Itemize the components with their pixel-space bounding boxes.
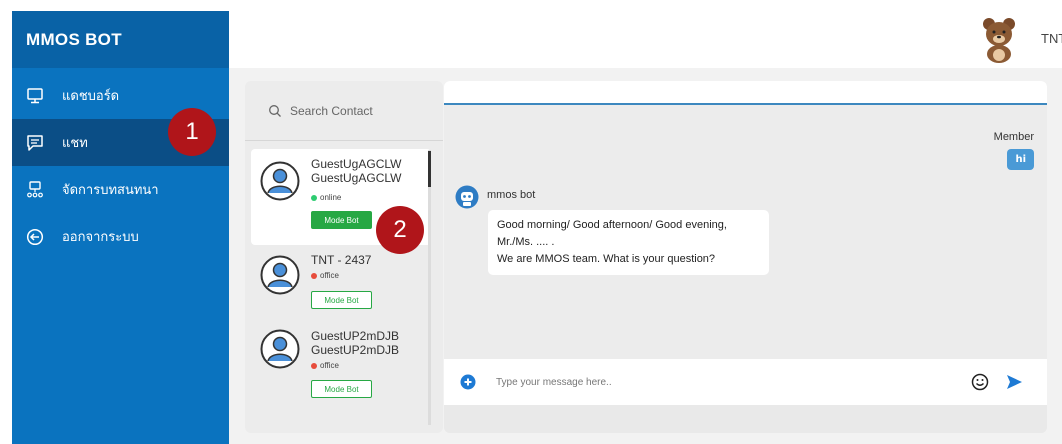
member-message: hi: [1007, 149, 1034, 170]
chat-header: [444, 81, 1047, 105]
sidebar-item-label: จัดการบทสนทนา: [62, 183, 159, 198]
bot-avatar-icon: [455, 185, 479, 209]
contacts-scrollbar-thumb[interactable]: [428, 151, 431, 187]
sidebar-menu: แดชบอร์ด แชท จัดการบทสนทนา ออกจากระบบ: [12, 72, 229, 260]
contacts-scrollbar[interactable]: [428, 150, 431, 425]
search-placeholder: Search Contact: [290, 103, 373, 118]
mode-bot-button[interactable]: Mode Bot: [311, 291, 372, 309]
bot-message-line: We are MMOS team. What is your question?: [497, 253, 716, 265]
org-chart-icon: [24, 179, 46, 201]
monitor-icon: [24, 85, 46, 107]
chat-icon: [24, 132, 46, 154]
user-name[interactable]: TNT -: [1041, 31, 1062, 46]
contact-status: online: [311, 193, 341, 202]
contact-avatar-icon: [260, 255, 300, 295]
app-root: MMOS BOT แดชบอร์ด แชท จัดการบทสนทนา ออกจ…: [0, 0, 1062, 444]
contact-avatar-icon: [260, 161, 300, 201]
bot-message-line: Mr./Ms. .... .: [497, 236, 555, 248]
status-text: online: [320, 193, 342, 202]
contact-item[interactable]: TNT - 2437 office Mode Bot: [251, 245, 431, 321]
member-label: Member: [993, 131, 1034, 143]
contact-avatar-icon: [260, 329, 300, 369]
status-text: office: [320, 361, 339, 370]
chat-footer: [444, 405, 1047, 433]
logout-icon: [24, 226, 46, 248]
status-office-dot: [311, 272, 317, 279]
top-header: [229, 11, 1062, 68]
status-text: office: [320, 271, 339, 280]
contact-name: GuestUP2mDJB GuestUP2mDJB: [311, 329, 400, 357]
sidebar-item-label: แดชบอร์ด: [62, 89, 120, 104]
bot-message-line: Good morning/ Good afternoon/ Good eveni…: [497, 219, 727, 231]
status-office-dot: [311, 362, 317, 369]
app-title: MMOS BOT: [12, 11, 229, 68]
mode-bot-button[interactable]: Mode Bot: [311, 380, 372, 398]
search-icon: [268, 104, 282, 118]
sidebar-item-logout[interactable]: ออกจากระบบ: [12, 213, 229, 260]
user-avatar[interactable]: [980, 15, 1018, 63]
contact-name: TNT - 2437: [311, 253, 372, 267]
chat-messages: Member hi mmos bot Good morning/ Good af…: [444, 107, 1047, 359]
emoji-icon[interactable]: [971, 373, 989, 391]
annotation-badge-1: 1: [168, 108, 216, 156]
sidebar-item-label: ออกจากระบบ: [62, 230, 139, 245]
sidebar-item-label: แชท: [62, 136, 88, 151]
annotation-badge-2: 2: [376, 206, 424, 254]
search-contact[interactable]: Search Contact: [245, 81, 443, 141]
add-attachment-icon[interactable]: [460, 374, 476, 390]
contacts-panel: Search Contact GuestUgAGCLW GuestUgAGCLW…: [245, 81, 443, 433]
bot-name: mmos bot: [487, 189, 536, 201]
message-input[interactable]: [496, 373, 896, 391]
mode-bot-button[interactable]: Mode Bot: [311, 211, 372, 229]
contact-status: office: [311, 361, 339, 370]
send-icon[interactable]: [1005, 373, 1023, 391]
contact-item[interactable]: GuestUP2mDJB GuestUP2mDJB office Mode Bo…: [251, 321, 431, 417]
chat-panel: Member hi mmos bot Good morning/ Good af…: [444, 81, 1047, 433]
sidebar-item-manage-conversations[interactable]: จัดการบทสนทนา: [12, 166, 229, 213]
contact-status: office: [311, 271, 339, 280]
bot-message: Good morning/ Good afternoon/ Good eveni…: [488, 210, 769, 275]
contact-name: GuestUgAGCLW GuestUgAGCLW: [311, 157, 402, 185]
sidebar: MMOS BOT แดชบอร์ด แชท จัดการบทสนทนา ออกจ…: [12, 11, 229, 444]
status-online-dot: [311, 194, 317, 201]
contact-list: GuestUgAGCLW GuestUgAGCLW online Mode Bo…: [251, 149, 431, 417]
message-composer: [444, 359, 1047, 405]
